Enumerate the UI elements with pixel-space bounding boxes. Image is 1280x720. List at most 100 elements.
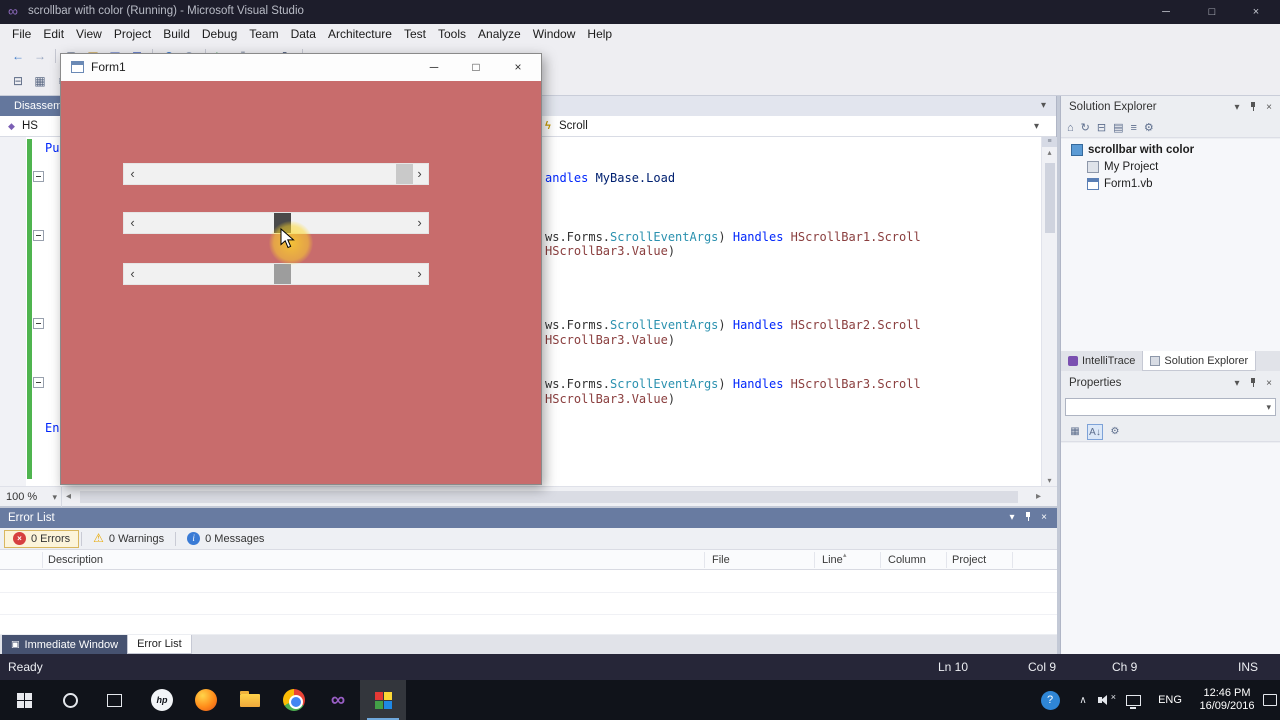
scroll-right-icon[interactable]: ▸: [1036, 487, 1041, 507]
properties-object-dropdown[interactable]: ▾: [1065, 398, 1276, 416]
files-icon[interactable]: ▤: [1113, 121, 1123, 134]
editor-horizontal-scrollbar[interactable]: 100 % ▾ ◂ ▸: [0, 486, 1057, 507]
editor-vertical-scrollbar[interactable]: ≡ ▴ ▾: [1041, 137, 1057, 486]
column-line[interactable]: Line: [822, 550, 843, 570]
fold-toggle-icon[interactable]: [33, 377, 44, 388]
scroll-left-icon[interactable]: ‹: [124, 213, 141, 233]
close-icon[interactable]: ×: [499, 54, 537, 81]
errors-filter-button[interactable]: × 0 Errors: [4, 529, 80, 548]
pin-icon[interactable]: [1246, 374, 1260, 394]
browser-icon[interactable]: [184, 680, 228, 720]
scroll-left-icon[interactable]: ‹: [124, 164, 141, 184]
file-explorer-icon[interactable]: [228, 680, 272, 720]
window-position-chevron-icon[interactable]: ▾: [1005, 508, 1019, 528]
collapse-icon[interactable]: ⊟: [1097, 121, 1106, 134]
warnings-filter-button[interactable]: ⚠ 0 Warnings: [84, 530, 173, 548]
document-list-chevron-icon[interactable]: ▾: [1041, 96, 1046, 116]
tray-expand-icon[interactable]: ∧: [1072, 680, 1094, 720]
messages-filter-button[interactable]: i 0 Messages: [178, 530, 273, 548]
zoom-control[interactable]: 100 % ▾: [0, 487, 62, 507]
help-tray-icon[interactable]: ?: [1036, 680, 1064, 720]
form-title-bar[interactable]: Form1 ─ □ ×: [61, 54, 541, 81]
scroll-down-icon[interactable]: ▾: [1042, 476, 1057, 485]
menu-file[interactable]: File: [6, 24, 37, 44]
scroll-right-icon[interactable]: ›: [411, 264, 428, 284]
fold-toggle-icon[interactable]: [33, 318, 44, 329]
hscrollbar-1[interactable]: ‹ ›: [123, 163, 429, 185]
maximize-icon[interactable]: □: [457, 54, 495, 81]
tab-intellitrace[interactable]: IntelliTrace: [1061, 351, 1142, 371]
language-indicator[interactable]: ENG: [1152, 680, 1188, 720]
blocks-icon[interactable]: ⊟: [8, 71, 28, 91]
menu-view[interactable]: View: [70, 24, 108, 44]
tab-error-list[interactable]: Error List: [127, 635, 192, 654]
window-position-chevron-icon[interactable]: ▾: [1230, 374, 1244, 394]
scrollbar-thumb[interactable]: [273, 264, 291, 284]
menu-window[interactable]: Window: [527, 24, 582, 44]
close-icon[interactable]: ×: [1234, 0, 1278, 24]
pin-icon[interactable]: [1246, 98, 1260, 118]
clock[interactable]: 12:46 PM 16/09/2016: [1194, 680, 1260, 720]
menu-project[interactable]: Project: [108, 24, 157, 44]
hscrollbar-3[interactable]: ‹ ›: [123, 263, 429, 285]
alphabetical-icon[interactable]: A↓: [1087, 423, 1103, 440]
action-center-icon[interactable]: [1260, 680, 1280, 720]
hp-app-icon[interactable]: hp: [140, 680, 184, 720]
task-view-icon[interactable]: [92, 680, 136, 720]
volume-muted-icon[interactable]: ×: [1094, 680, 1120, 720]
search-icon[interactable]: [48, 680, 92, 720]
tree-item-scrollbar-with-color[interactable]: scrollbar with color: [1061, 141, 1280, 158]
tree-item-my-project[interactable]: My Project: [1061, 158, 1280, 175]
chrome-icon[interactable]: [272, 680, 316, 720]
menu-debug[interactable]: Debug: [196, 24, 243, 44]
visual-studio-icon[interactable]: ∞: [316, 680, 360, 720]
scroll-left-icon[interactable]: ◂: [66, 487, 71, 507]
column-file[interactable]: File: [712, 550, 730, 570]
solution-explorer-header[interactable]: Solution Explorer ▾ ×: [1061, 98, 1280, 116]
gear-icon[interactable]: ⚙: [1144, 121, 1154, 134]
menu-tools[interactable]: Tools: [432, 24, 472, 44]
splitter-handle[interactable]: ≡: [1042, 137, 1057, 147]
menu-help[interactable]: Help: [581, 24, 618, 44]
minimize-icon[interactable]: ─: [1144, 0, 1188, 24]
column-description[interactable]: Description: [48, 550, 103, 570]
scroll-right-icon[interactable]: ›: [411, 213, 428, 233]
categorized-icon[interactable]: ▦: [1067, 424, 1083, 440]
pages-icon[interactable]: ⚙: [1107, 424, 1123, 440]
column-column[interactable]: Column: [888, 550, 926, 570]
scrollbar-thumb[interactable]: [1045, 163, 1055, 233]
menu-edit[interactable]: Edit: [37, 24, 70, 44]
running-app-icon[interactable]: [360, 680, 406, 720]
start-button-icon[interactable]: [0, 680, 48, 720]
maximize-icon[interactable]: □: [1190, 0, 1234, 24]
menu-architecture[interactable]: Architecture: [322, 24, 398, 44]
fold-toggle-icon[interactable]: [33, 230, 44, 241]
column-project[interactable]: Project: [952, 550, 986, 570]
tab-solution-explorer[interactable]: Solution Explorer: [1142, 351, 1257, 371]
home-icon[interactable]: ⌂: [1067, 122, 1074, 134]
scroll-right-icon[interactable]: ›: [411, 164, 428, 184]
list-icon[interactable]: ≡: [1131, 122, 1137, 134]
minimize-icon[interactable]: ─: [415, 54, 453, 81]
properties-header[interactable]: Properties ▾ ×: [1061, 374, 1280, 392]
nav-forward-icon[interactable]: →: [30, 46, 50, 66]
form1-window[interactable]: Form1 ─ □ × ‹ › ‹ › ‹ ›: [60, 53, 542, 485]
menu-test[interactable]: Test: [398, 24, 432, 44]
nav-back-icon[interactable]: ←: [8, 46, 28, 66]
close-icon[interactable]: ×: [1262, 374, 1276, 394]
scroll-left-icon[interactable]: ‹: [124, 264, 141, 284]
event-dropdown[interactable]: ϟ Scroll ▾: [537, 116, 1057, 137]
close-icon[interactable]: ×: [1262, 98, 1276, 118]
tab-immediate-window[interactable]: ▣ Immediate Window: [2, 635, 128, 654]
scrollbar-thumb[interactable]: [80, 491, 1018, 503]
menu-team[interactable]: Team: [243, 24, 284, 44]
refresh-icon[interactable]: ↻: [1081, 121, 1090, 134]
display-tray-icon[interactable]: [1120, 680, 1146, 720]
grid-icon[interactable]: ▦: [30, 71, 50, 91]
error-list-header[interactable]: Error List ▾ ×: [0, 508, 1057, 528]
close-icon[interactable]: ×: [1037, 508, 1051, 528]
scroll-up-icon[interactable]: ▴: [1042, 148, 1057, 157]
fold-toggle-icon[interactable]: [33, 171, 44, 182]
menu-data[interactable]: Data: [285, 24, 322, 44]
menu-analyze[interactable]: Analyze: [472, 24, 527, 44]
